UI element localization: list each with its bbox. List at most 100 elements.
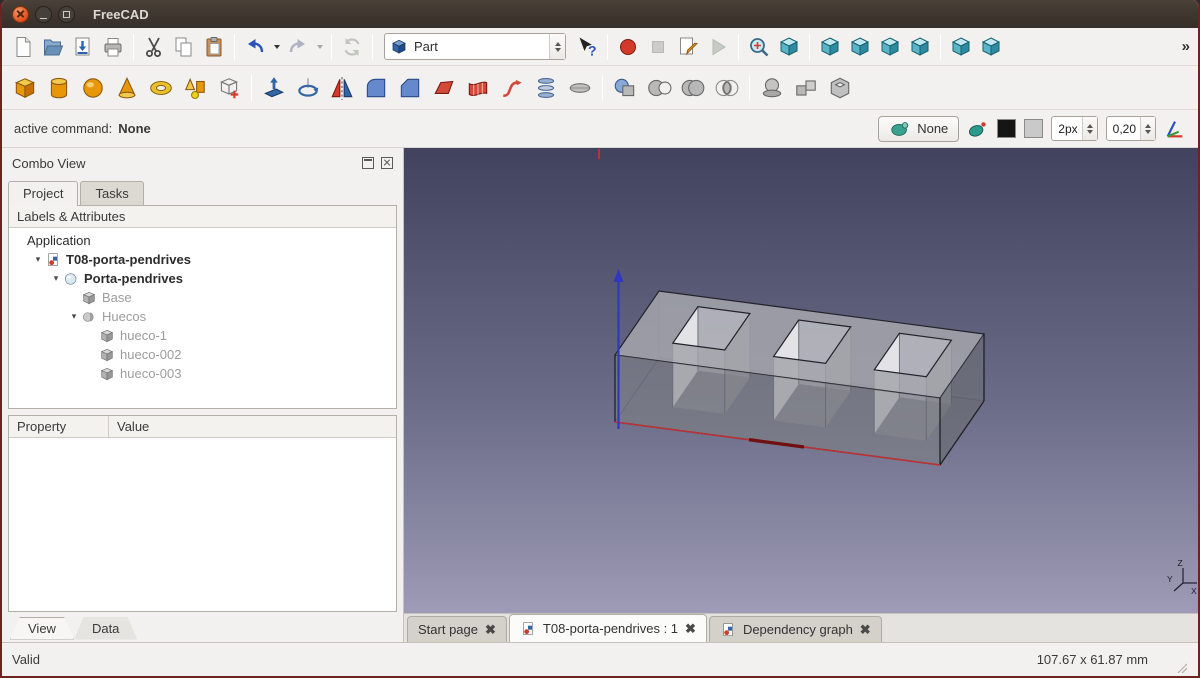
tree-item-base[interactable]: Base [9,288,396,307]
window-close-button[interactable] [12,6,29,23]
titlebar[interactable]: FreeCAD [2,0,1198,28]
part-compound-button[interactable] [789,70,823,106]
window-minimize-button[interactable] [35,6,52,23]
line-width-arrows[interactable] [1082,117,1097,140]
macro-execute-button[interactable] [703,32,733,62]
bottom-view-button[interactable] [946,32,976,62]
line-color-swatch[interactable] [997,119,1016,138]
part-box-button[interactable] [8,70,42,106]
part-cut-button[interactable] [642,70,676,106]
macro-record-button[interactable] [613,32,643,62]
undo-button[interactable] [240,32,270,62]
working-plane-icon[interactable] [1164,118,1186,140]
part-sweep-button[interactable] [495,70,529,106]
part-loft-button[interactable] [529,70,563,106]
expander-icon[interactable]: ▾ [31,254,45,265]
part-torus-button[interactable] [144,70,178,106]
property-column-header[interactable]: Property [9,416,109,437]
tree-item-porta-pendrives[interactable]: ▾Porta-pendrives [9,269,396,288]
macro-stop-button[interactable] [643,32,673,62]
open-document-button[interactable] [38,32,68,62]
tree-item-hueco-1[interactable]: hueco-1 [9,326,396,345]
undo-dropdown-button[interactable] [270,32,283,62]
doc-tab-start-page[interactable]: Start page✖ [407,616,507,642]
close-tab-icon[interactable]: ✖ [860,623,871,636]
spin-up-icon[interactable] [555,39,561,46]
axonometric-view-button[interactable] [774,32,804,62]
doc-tab-dependency-graph[interactable]: Dependency graph✖ [709,616,882,642]
part-extrude-button[interactable] [257,70,291,106]
expander-icon[interactable]: ▾ [49,273,63,284]
tab-view[interactable]: View [10,617,74,640]
part-chamfer-button[interactable] [393,70,427,106]
workbench-selector-arrows[interactable] [549,34,565,59]
part-boolean-button[interactable] [608,70,642,106]
part-cylinder-button[interactable] [42,70,76,106]
spin-up-icon[interactable] [1087,121,1093,128]
tree-item-huecos[interactable]: ▾Huecos [9,307,396,326]
spin-down-icon[interactable] [1087,130,1093,137]
save-document-button[interactable] [68,32,98,62]
part-intersection-button[interactable] [710,70,744,106]
front-view-button[interactable] [815,32,845,62]
tree-item-t08-porta-pendrives[interactable]: ▾T08-porta-pendrives [9,250,396,269]
paste-button[interactable] [199,32,229,62]
draft-tool-icon[interactable] [967,118,989,140]
3d-viewport[interactable]: Z Y X [404,148,1198,613]
top-view-button[interactable] [845,32,875,62]
right-view-button[interactable] [875,32,905,62]
text-scale-arrows[interactable] [1140,117,1155,140]
autogroup-button[interactable]: None [878,116,959,142]
part-primitives-button[interactable] [178,70,212,106]
left-view-button[interactable] [976,32,1006,62]
print-button[interactable] [98,32,128,62]
part-mirror-button[interactable] [325,70,359,106]
spin-up-icon[interactable] [1145,121,1151,128]
tree-item-hueco-002[interactable]: hueco-002 [9,345,396,364]
part-shape-builder-button[interactable] [212,70,246,106]
macro-edit-button[interactable] [673,32,703,62]
expander-icon[interactable]: ▾ [67,311,81,322]
value-column-header[interactable]: Value [109,416,396,437]
line-width-spinbox[interactable]: 2px [1051,116,1097,141]
tab-data[interactable]: Data [74,617,137,640]
tab-project[interactable]: Project [8,181,78,206]
whats-this-button[interactable] [572,32,602,62]
part-revolve-button[interactable] [291,70,325,106]
property-table-body[interactable] [9,438,396,611]
doc-tab-t08-porta-pendrives-1[interactable]: T08-porta-pendrives : 1✖ [509,614,707,642]
tab-tasks[interactable]: Tasks [80,181,143,205]
resize-grip[interactable] [1174,662,1188,676]
new-document-button[interactable] [8,32,38,62]
copy-button[interactable] [169,32,199,62]
rear-view-button[interactable] [905,32,935,62]
tree-item-hueco-003[interactable]: hueco-003 [9,364,396,383]
refresh-button[interactable] [337,32,367,62]
part-make-face-button[interactable] [427,70,461,106]
part-sphere-button[interactable] [76,70,110,106]
part-thickness-button[interactable] [823,70,857,106]
cut-button[interactable] [139,32,169,62]
part-fillet-button[interactable] [359,70,393,106]
tree-item-application[interactable]: Application [9,231,396,250]
close-tab-icon[interactable]: ✖ [685,622,696,635]
redo-button[interactable] [283,32,313,62]
text-scale-spinbox[interactable]: 0,20 [1106,116,1156,141]
fit-all-button[interactable] [744,32,774,62]
spin-down-icon[interactable] [1145,130,1151,137]
close-tab-icon[interactable]: ✖ [485,623,496,636]
part-ruled-surface-button[interactable] [461,70,495,106]
redo-dropdown-button[interactable] [313,32,326,62]
part-connect-button[interactable] [755,70,789,106]
face-color-swatch[interactable] [1024,119,1043,138]
float-panel-icon[interactable] [362,157,374,169]
part-cross-sections-button[interactable] [563,70,597,106]
spin-down-icon[interactable] [555,48,561,55]
close-panel-icon[interactable] [381,157,393,169]
part-union-button[interactable] [676,70,710,106]
workbench-selector[interactable]: Part [384,33,566,60]
part-cone-button[interactable] [110,70,144,106]
3d-scene[interactable]: Z Y X [404,148,1200,613]
toolbar-overflow-icon[interactable]: » [1182,38,1192,55]
window-maximize-button[interactable] [58,6,75,23]
